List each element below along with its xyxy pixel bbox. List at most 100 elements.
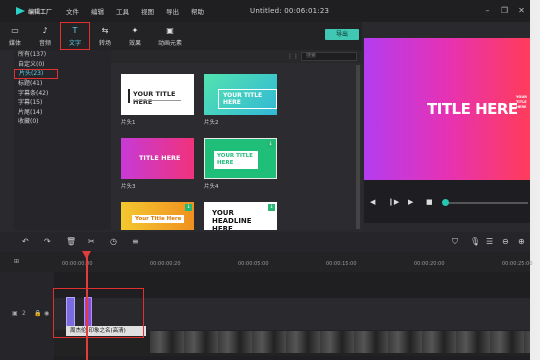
sidebar-item-all[interactable]: 所有(137) [14,50,111,60]
prev-frame-icon[interactable]: ◀ [370,198,375,206]
ruler-tick: 00:00:25:00 [502,261,533,267]
tab-label: 媒体 [8,39,21,47]
template-thumb[interactable]: ↓ Your Title Here [121,202,194,230]
search-input[interactable]: 搜索 [301,52,357,61]
speed-icon[interactable]: ◷ [110,237,117,247]
download-icon[interactable]: ↓ [267,141,274,148]
sidebar-item-custom[interactable]: 自定义(0) [14,60,111,70]
tab-text[interactable]: T 文字 [60,22,90,50]
app-name: 编辑工厂 [28,8,53,16]
ruler-tick: 00:00:00:20 [150,261,181,267]
adjust-icon[interactable]: ≡ [132,237,139,247]
template-thumb[interactable]: YOUR TITLE HERE [204,74,277,115]
video-clip-filmstrip[interactable] [150,331,530,353]
restore-icon[interactable]: ❐ [500,6,509,15]
mic-icon[interactable]: 🎙 [470,237,480,247]
sidebar-item-opener[interactable]: 片头(23) [14,69,58,79]
category-sidebar: 所有(137) 自定义(0) 片头(23) 标题(41) 字幕条(42) 字幕(… [14,50,111,230]
app-logo: 编辑工厂 [16,7,52,16]
sidebar-item-subtitles[interactable]: 字幕(15) [14,98,111,108]
title-bar: 编辑工厂 文件 编辑 工具 视图 导出 帮助 Untitled: 00:06:0… [0,0,530,22]
transition-icon: ⇆ [101,25,109,35]
thumb-text: YOUR TITLE HERE [214,151,258,169]
library-tabs: ▭ 媒体 ♪ 音频 T 文字 ⇆ 转场 ✦ 效果 ▣ 动画元素 [0,22,362,50]
menu-edit[interactable]: 编辑 [91,6,104,16]
thumb-label: 片头4 [204,184,219,190]
logo-icon [16,7,25,15]
menu-tools[interactable]: 工具 [116,6,129,16]
thumb-text: YOUR TITLE HERE [218,89,277,109]
tab-label: 动画元素 [157,39,182,47]
template-thumb[interactable]: ↓ YOUR HEADLINE HERE [204,202,277,230]
playback-knob[interactable] [442,199,449,206]
download-icon[interactable]: ↓ [268,204,275,211]
tab-media[interactable]: ▭ 媒体 [0,22,30,50]
thumb-text: YOUR HEADLINE HERE [212,209,252,230]
add-track-icon[interactable]: ⊞ [14,258,19,265]
highlight-box [53,288,144,338]
delete-icon[interactable]: 🗑 [66,237,76,247]
thumb-label: 片头2 [204,120,219,126]
lock-icon[interactable]: 🔒 [34,310,41,317]
menu-export[interactable]: 导出 [166,6,179,16]
thumb-line [133,100,181,101]
sidebar-item-lowerthirds[interactable]: 字幕条(42) [14,89,111,99]
playhead[interactable] [86,252,88,360]
menu-help[interactable]: 帮助 [191,6,204,16]
effects-icon: ✦ [131,25,139,35]
menu-file[interactable]: 文件 [66,6,79,16]
undo-icon[interactable]: ↶ [22,237,29,247]
play-icon[interactable]: ▶ [408,198,413,206]
grid-view-icon[interactable]: ⋮⋮ [287,53,299,60]
tab-transition[interactable]: ⇆ 转场 [90,22,120,50]
elements-icon: ▣ [166,25,174,35]
cut-icon[interactable]: ✂ [88,237,95,247]
ruler-tick: 00:00:00:00 [62,261,93,267]
eye-icon[interactable]: ◉ [44,310,49,317]
zoom-in-icon[interactable]: ⊕ [518,237,525,247]
close-icon[interactable]: ✕ [517,6,526,15]
preview-panel: TITLE HERE YOUR TITLE HERE ◀ ❙▶ ▶ ■ [364,38,530,223]
sidebar-item-credits[interactable]: 片尾(14) [14,108,111,118]
template-thumb[interactable]: ↓ YOUR TITLE HERE [204,138,277,179]
player-controls: ◀ ❙▶ ▶ ■ [364,180,530,223]
window-controls: – ❐ ✕ [475,6,526,15]
tab-label: 文字 [68,39,81,47]
grid-scrollbar[interactable] [356,65,360,229]
minimize-icon[interactable]: – [483,6,492,15]
ruler-tick: 00:00:20:00 [414,261,445,267]
shield-icon[interactable]: ⛉ [452,237,458,247]
tab-audio[interactable]: ♪ 音频 [30,22,60,50]
step-play-icon[interactable]: ❙▶ [388,198,399,206]
track-video-icon: ▣ [12,310,18,317]
sidebar-item-titles[interactable]: 标题(41) [14,79,111,89]
thumb-text: YOUR TITLE HERE [133,90,176,106]
app-root: 编辑工厂 文件 编辑 工具 视图 导出 帮助 Untitled: 00:06:0… [0,0,540,360]
timeline-toolbar: ↶ ↷ 🗑 ✂ ◷ ≡ ⛉ 🎙 ☰ ⊖ ⊕ [0,232,530,252]
thumb-label: 片头1 [121,120,136,126]
redo-icon[interactable]: ↷ [44,237,51,247]
text-icon: T [72,25,78,35]
preview-image: TITLE HERE [364,38,530,180]
stop-icon[interactable]: ■ [426,198,433,206]
playback-progress[interactable] [446,202,528,204]
tab-elements[interactable]: ▣ 动画元素 [150,22,190,50]
list-icon[interactable]: ☰ [486,237,493,247]
download-icon[interactable]: ↓ [185,204,192,211]
preview-side-text: YOUR TITLE HERE [516,95,527,109]
template-thumb[interactable]: YOUR TITLE HERE [121,74,194,115]
sidebar-item-favorites[interactable]: 收藏(0) [14,117,111,127]
ruler-tick: 00:00:15:00 [326,261,357,267]
zoom-out-icon[interactable]: ⊖ [502,237,509,247]
thumb-label: 片头3 [121,184,136,190]
track-number: 2 [22,310,26,317]
grid-toolbar: ⋮⋮ 搜索 [111,50,362,63]
tab-effects[interactable]: ✦ 效果 [120,22,150,50]
export-button[interactable]: 导出 [325,29,359,40]
menu-view[interactable]: 视图 [141,6,154,16]
template-thumb[interactable]: TITLE HERE [121,138,194,179]
timeline-ruler[interactable]: ⊞ 00:00:00:00 00:00:00:20 00:00:05:00 00… [0,252,533,272]
thumb-text: TITLE HERE [139,154,181,162]
editor-window: 编辑工厂 文件 编辑 工具 视图 导出 帮助 Untitled: 00:06:0… [0,0,533,360]
folder-icon: ▭ [11,25,19,35]
